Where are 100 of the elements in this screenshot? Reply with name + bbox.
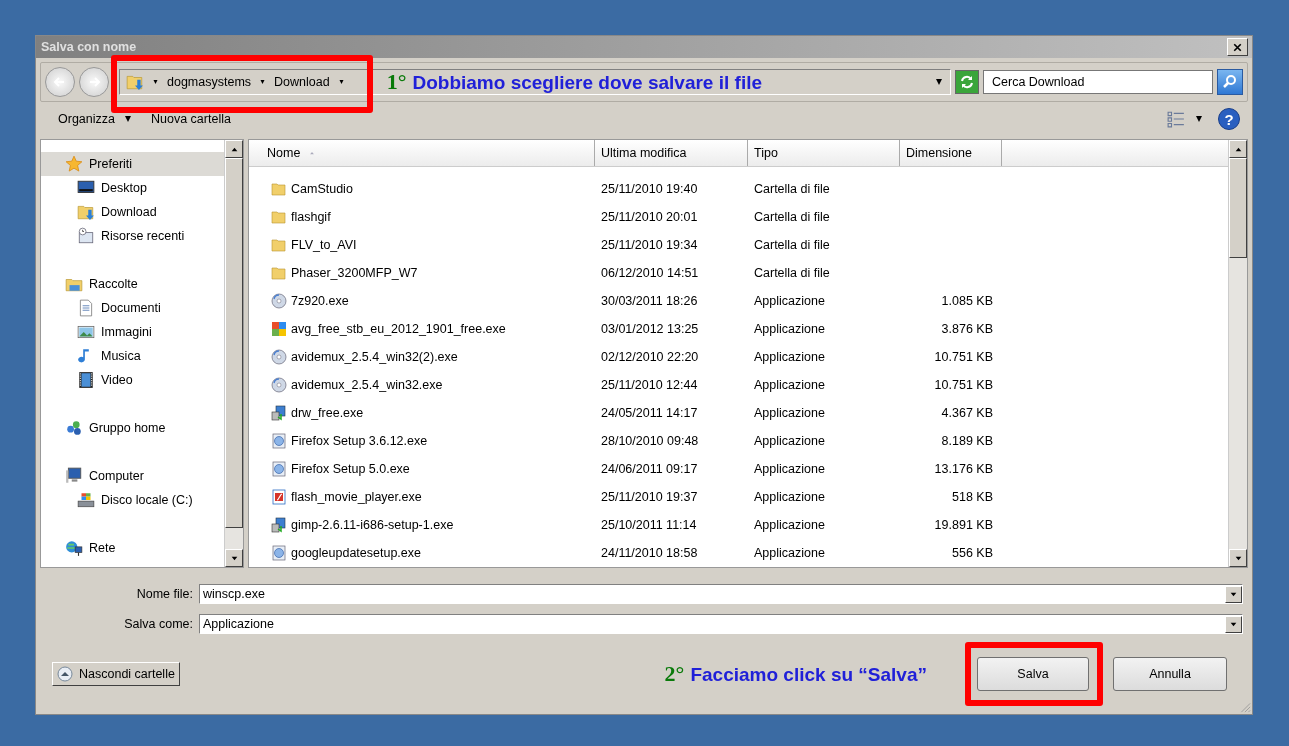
sidebar-item[interactable]: Rete xyxy=(41,536,224,560)
scrollbar-thumb[interactable] xyxy=(225,158,243,528)
file-name[interactable]: Firefox Setup 3.6.12.exe xyxy=(291,434,428,448)
sidebar-label: Video xyxy=(101,373,133,387)
table-cell-text: Applicazione xyxy=(753,350,826,364)
file-name[interactable]: CamStudio xyxy=(291,182,353,196)
table-cell-text: Applicazione xyxy=(753,462,826,476)
sidebar-label: Rete xyxy=(89,541,116,555)
file-name[interactable]: gimp-2.6.11-i686-setup-1.exe xyxy=(291,518,454,532)
file-name[interactable]: drw_free.exe xyxy=(291,406,364,420)
sidebar-item[interactable]: Gruppo home xyxy=(41,416,224,440)
sidebar-item[interactable]: Raccolte xyxy=(41,272,224,296)
annotation-text: Facciamo click su “Salva” xyxy=(690,664,927,686)
sidebar-item[interactable]: Preferiti xyxy=(41,152,224,176)
hard-disk-icon xyxy=(77,491,95,509)
close-button[interactable] xyxy=(1227,38,1248,56)
table-cell-text: 518 KB xyxy=(951,490,994,504)
file-name[interactable]: Firefox Setup 5.0.exe xyxy=(291,462,410,476)
sidebar-item[interactable]: Immagini xyxy=(41,320,224,344)
back-button[interactable] xyxy=(45,67,75,97)
file-name[interactable]: avg_free_stb_eu_2012_1901_free.exe xyxy=(291,322,506,336)
file-name[interactable]: avidemux_2.5.4_win32.exe xyxy=(291,378,443,392)
setup-icon xyxy=(271,545,287,561)
sidebar-label: Documenti xyxy=(101,301,161,315)
scrollbar[interactable] xyxy=(1228,140,1247,567)
toolbar-button[interactable]: Organizza xyxy=(54,110,137,128)
sidebar-item[interactable]: Computer xyxy=(41,464,224,488)
folder-icon xyxy=(271,181,287,197)
table-cell-text: 06/12/2010 14:51 xyxy=(600,266,700,280)
sidebar-label: Disco locale (C:) xyxy=(101,493,193,507)
file-name[interactable]: avidemux_2.5.4_win32(2).exe xyxy=(291,350,458,364)
disc-icon xyxy=(271,293,287,309)
annotation-text: Dobbiamo scegliere dove salvare il file xyxy=(412,72,762,94)
file-name[interactable]: flashgif xyxy=(291,210,331,224)
sidebar-label: Gruppo home xyxy=(89,421,166,435)
scrollbar[interactable] xyxy=(224,140,243,567)
flash-player-icon xyxy=(271,489,287,505)
computer-icon xyxy=(65,467,83,485)
address-bar[interactable]: dogmasystems Download 1° Dobbiamo scegliere dove salvare il file xyxy=(119,69,951,95)
table-cell-text: Applicazione xyxy=(753,546,826,560)
sidebar-label: Download xyxy=(101,205,157,219)
picture-icon xyxy=(77,323,95,341)
table-cell-text: Applicazione xyxy=(753,378,826,392)
breadcrumb-item[interactable]: dogmasystems xyxy=(167,75,252,89)
sidebar-item[interactable]: Documenti xyxy=(41,296,224,320)
table-cell-text: Applicazione xyxy=(753,518,826,532)
sidebar-label: Desktop xyxy=(101,181,147,195)
sidebar-item[interactable]: Download xyxy=(41,200,224,224)
toolbar-button[interactable]: Nuova cartella xyxy=(147,110,235,128)
forward-button[interactable] xyxy=(79,67,109,97)
sidebar-item[interactable]: Video xyxy=(41,368,224,392)
breadcrumb-item[interactable]: Download xyxy=(274,75,330,89)
table-cell-text: 25/10/2011 11:14 xyxy=(600,518,698,532)
document-icon xyxy=(77,299,95,317)
setup-icon xyxy=(271,433,287,449)
file-name[interactable]: 7z920.exe xyxy=(291,294,349,308)
folder-icon xyxy=(271,265,287,281)
table-cell-text: 25/11/2010 19:37 xyxy=(600,490,699,504)
star-icon xyxy=(65,155,83,173)
table-cell-text: 10.751 KB xyxy=(933,350,994,364)
sidebar-item[interactable]: Risorse recenti xyxy=(41,224,224,248)
table-cell-text: 4.367 KB xyxy=(940,406,994,420)
input-field[interactable]: winscp.exe xyxy=(199,584,1243,604)
column-header[interactable]: Dimensione xyxy=(900,140,1002,166)
homegroup-icon xyxy=(65,419,83,437)
hide-folders-button[interactable]: Nascondi cartelle xyxy=(52,662,180,686)
column-header[interactable]: Ultima modifica xyxy=(595,140,748,166)
file-name[interactable]: Phaser_3200MFP_W7 xyxy=(291,266,418,280)
table-cell-text: Applicazione xyxy=(753,322,826,336)
window-title: Salva con nome xyxy=(41,40,137,54)
step-number: 2° xyxy=(664,661,685,687)
table-cell-text: 30/03/2011 18:26 xyxy=(600,294,699,308)
network-icon xyxy=(65,539,83,557)
search-icon xyxy=(1222,74,1238,90)
table-cell-text: Cartella di file xyxy=(753,182,831,196)
input-field[interactable]: Applicazione xyxy=(199,614,1243,634)
cancel-button[interactable]: Annulla xyxy=(1113,657,1227,691)
sidebar-item[interactable]: Musica xyxy=(41,344,224,368)
table-cell-text: Applicazione xyxy=(753,294,826,308)
disc-icon xyxy=(271,377,287,393)
file-name[interactable]: FLV_to_AVI xyxy=(291,238,357,252)
caret-icon xyxy=(1194,116,1204,122)
sidebar-item[interactable]: Desktop xyxy=(41,176,224,200)
refresh-arrows-icon xyxy=(959,74,975,90)
file-name[interactable]: googleupdatesetup.exe xyxy=(291,546,421,560)
search-field[interactable]: Cerca Download xyxy=(983,70,1213,94)
refresh-button[interactable] xyxy=(955,70,979,94)
file-name[interactable]: flash_movie_player.exe xyxy=(291,490,422,504)
help-button[interactable]: ? xyxy=(1218,108,1240,130)
table-cell-text: 10.751 KB xyxy=(933,378,994,392)
scrollbar-thumb[interactable] xyxy=(1229,158,1247,258)
search-button[interactable] xyxy=(1217,69,1243,95)
table-cell-text: 03/01/2012 13:25 xyxy=(600,322,700,336)
column-header[interactable]: Tipo xyxy=(748,140,900,166)
installer-icon xyxy=(271,517,287,533)
table-cell-text: 8.189 KB xyxy=(940,434,994,448)
sidebar-item[interactable]: Disco locale (C:) xyxy=(41,488,224,512)
table-cell-text: 25/11/2010 19:34 xyxy=(600,238,699,252)
save-button[interactable]: Salva xyxy=(977,657,1089,691)
column-header[interactable]: Nome xyxy=(249,140,595,166)
